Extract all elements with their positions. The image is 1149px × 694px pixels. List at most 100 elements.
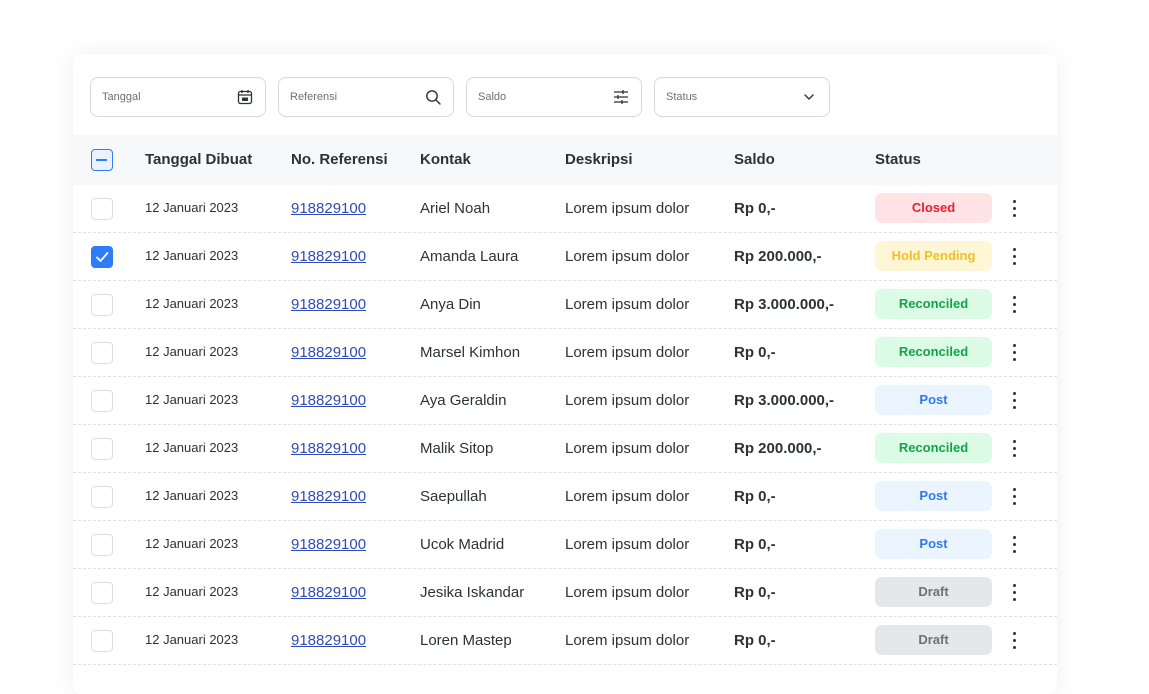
status-badge: Reconciled [875,337,992,367]
more-options-icon[interactable] [1009,198,1021,220]
chevron-down-icon [801,89,817,105]
more-options-icon[interactable] [1009,582,1021,604]
more-options-icon[interactable] [1009,342,1021,364]
status-badge: Draft [875,625,992,655]
status-badge: Draft [875,577,992,607]
row-date: 12 Januari 2023 [145,344,239,359]
row-date: 12 Januari 2023 [145,584,239,599]
row-reference-link[interactable]: 918829100 [291,617,366,665]
transactions-card: Tanggal Referensi Saldo Status Tanggal D… [73,54,1057,694]
more-options-icon[interactable] [1009,630,1021,652]
select-all-checkbox[interactable] [91,149,113,171]
column-header-reference[interactable]: No. Referensi [291,135,388,185]
row-description: Lorem ipsum dolor [565,296,690,313]
table-row[interactable]: 12 Januari 2023 918829100 Jesika Iskandar L… [73,569,1057,617]
row-checkbox[interactable] [91,198,113,220]
row-checkbox[interactable] [91,630,113,652]
row-contact: Marsel Kimhon [420,344,521,361]
row-checkbox[interactable] [91,486,113,508]
row-balance: Rp 0,- [734,488,776,505]
row-contact: Malik Sitop [420,440,494,457]
row-description: Lorem ipsum dolor [565,488,690,505]
date-filter[interactable]: Tanggal [90,77,266,117]
row-balance: Rp 0,- [734,200,776,217]
row-balance: Rp 200.000,- [734,248,822,265]
more-options-icon[interactable] [1009,438,1021,460]
row-checkbox[interactable] [91,390,113,412]
status-filter-label: Status [666,91,698,103]
table-row[interactable]: 12 Januari 2023 918829100 Ucok Madrid Lorem… [73,521,1057,569]
row-contact: Amanda Laura [420,248,519,265]
row-date: 12 Januari 2023 [145,200,239,215]
row-reference-link[interactable]: 918829100 [291,185,366,233]
table-header: Tanggal Dibuat No. Referensi Kontak Desk… [73,135,1057,185]
row-balance: Rp 200.000,- [734,440,822,457]
column-header-balance[interactable]: Saldo [734,135,775,185]
table-row[interactable]: 12 Januari 2023 918829100 Amanda Laura Lore… [73,233,1057,281]
row-checkbox[interactable] [91,582,113,604]
row-balance: Rp 3.000.000,- [734,392,835,409]
row-balance: Rp 0,- [734,632,776,649]
row-reference-link[interactable]: 918829100 [291,521,366,569]
table-row[interactable]: 12 Januari 2023 918829100 Aya Geraldin Lore… [73,377,1057,425]
column-header-status[interactable]: Status [875,135,921,185]
row-date: 12 Januari 2023 [145,536,239,551]
row-reference-link[interactable]: 918829100 [291,281,366,329]
more-options-icon[interactable] [1009,486,1021,508]
status-badge: Post [875,529,992,559]
row-checkbox[interactable] [91,294,113,316]
more-options-icon[interactable] [1009,246,1021,268]
row-checkbox[interactable] [91,438,113,460]
row-date: 12 Januari 2023 [145,440,239,455]
row-date: 12 Januari 2023 [145,632,239,647]
date-filter-label: Tanggal [102,91,141,103]
status-filter[interactable]: Status [654,77,830,117]
row-checkbox[interactable] [91,246,113,268]
row-balance: Rp 0,- [734,584,776,601]
more-options-icon[interactable] [1009,294,1021,316]
row-contact: Saepullah [420,488,487,505]
table-row[interactable]: 12 Januari 2023 918829100 Loren Mastep Lore… [73,617,1057,665]
reference-filter-label: Referensi [290,91,338,103]
more-options-icon[interactable] [1009,390,1021,412]
row-contact: Ariel Noah [420,200,491,217]
status-badge: Reconciled [875,289,992,319]
row-date: 12 Januari 2023 [145,488,239,503]
table-row[interactable]: 12 Januari 2023 918829100 Anya Din Lorem ip… [73,281,1057,329]
reference-filter[interactable]: Referensi [278,77,454,117]
column-header-date[interactable]: Tanggal Dibuat [145,135,252,185]
calendar-icon [237,89,253,105]
row-contact: Jesika Iskandar [420,584,525,601]
sliders-icon [613,89,629,105]
checkmark-icon [96,252,109,262]
row-description: Lorem ipsum dolor [565,584,690,601]
row-reference-link[interactable]: 918829100 [291,569,366,617]
row-contact: Loren Mastep [420,632,512,649]
table-row[interactable]: 12 Januari 2023 918829100 Malik Sitop Lorem… [73,425,1057,473]
row-reference-link[interactable]: 918829100 [291,377,366,425]
row-date: 12 Januari 2023 [145,248,239,263]
status-badge: Post [875,481,992,511]
status-badge: Closed [875,193,992,223]
row-reference-link[interactable]: 918829100 [291,233,366,281]
row-reference-link[interactable]: 918829100 [291,473,366,521]
status-badge: Reconciled [875,433,992,463]
table-row[interactable]: 12 Januari 2023 918829100 Saepullah Lorem i… [73,473,1057,521]
row-description: Lorem ipsum dolor [565,632,690,649]
column-header-contact[interactable]: Kontak [420,135,471,185]
row-balance: Rp 0,- [734,344,776,361]
row-reference-link[interactable]: 918829100 [291,425,366,473]
row-description: Lorem ipsum dolor [565,440,690,457]
row-contact: Aya Geraldin [420,392,507,409]
row-checkbox[interactable] [91,342,113,364]
table-row[interactable]: 12 Januari 2023 918829100 Ariel Noah Lorem … [73,185,1057,233]
row-contact: Anya Din [420,296,481,313]
more-options-icon[interactable] [1009,534,1021,556]
row-reference-link[interactable]: 918829100 [291,329,366,377]
row-checkbox[interactable] [91,534,113,556]
filter-bar: Tanggal Referensi Saldo Status [90,77,842,117]
column-header-description[interactable]: Deskripsi [565,135,633,185]
row-date: 12 Januari 2023 [145,296,239,311]
table-row[interactable]: 12 Januari 2023 918829100 Marsel Kimhon Lor… [73,329,1057,377]
balance-filter[interactable]: Saldo [466,77,642,117]
